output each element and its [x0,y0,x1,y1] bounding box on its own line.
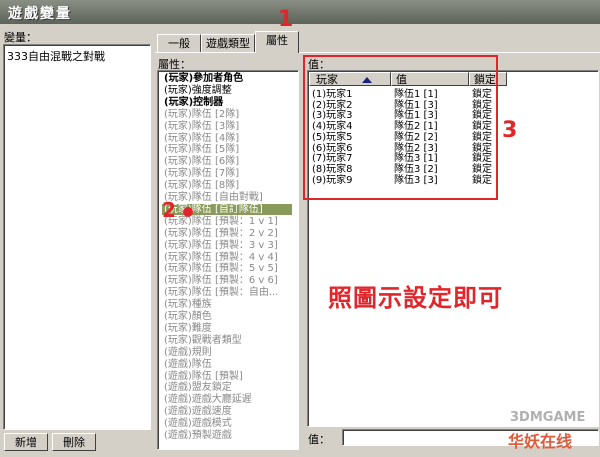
attribute-item[interactable]: (玩家)隊伍 [預製：4 v 4] [164,252,278,263]
attribute-item[interactable]: (遊戲)盟友鎖定 [164,382,232,393]
attribute-item[interactable]: (遊戲)遊戲速度 [164,406,232,417]
attribute-item[interactable]: (玩家)參加者角色 [164,73,243,84]
tab-general[interactable]: 一般 [157,34,201,52]
attribute-item[interactable]: (玩家)控制器 [164,97,223,108]
delete-button[interactable]: 刪除 [52,433,96,451]
attribute-item[interactable]: (玩家)隊伍 [6隊] [164,156,239,167]
variables-label: 變量： [4,31,37,44]
attribute-item[interactable]: (玩家)隊伍 [預製：3 v 3] [164,240,278,251]
window-title: 遊戲變量 [8,6,72,22]
annotation-dot-2 [183,207,193,217]
annotation-highlight-box [303,55,498,200]
attribute-item[interactable]: (玩家)隊伍 [自訂隊伍] [162,203,292,215]
tab-game-type[interactable]: 遊戲類型 [201,34,255,52]
attribute-item[interactable]: (玩家)隊伍 [預製：6 v 6] [164,275,278,286]
attribute-item[interactable]: (玩家)顏色 [164,311,212,322]
attribute-item[interactable]: (玩家)隊伍 [預製：5 v 5] [164,263,278,274]
attribute-item[interactable]: (遊戲)遊戲大廳延遲 [164,394,252,405]
add-button[interactable]: 新增 [4,433,48,451]
attribute-item[interactable]: (玩家)隊伍 [5隊] [164,144,239,155]
attribute-item[interactable]: (玩家)隊伍 [預製：自由... [164,287,278,298]
annotation-mark-1: 1 [278,7,294,32]
attribute-item[interactable]: (遊戲)隊伍 [164,359,212,370]
attribute-item[interactable]: (遊戲)遊戲模式 [164,418,232,429]
attribute-item[interactable]: (遊戲)規則 [164,347,212,358]
variable-item[interactable]: 333自由混戰之對戰 [7,48,105,64]
attribute-item[interactable]: (玩家)種族 [164,299,212,310]
attribute-item[interactable]: (玩家)隊伍 [自由對戰] [164,192,263,203]
attribute-item[interactable]: (遊戲)預製遊戲 [164,430,232,441]
variables-list[interactable]: 333自由混戰之對戰 [3,44,151,430]
attributes-list[interactable]: (玩家)參加者角色 (玩家)強度調整 (玩家)控制器 (玩家)隊伍 [2隊] (玩家)隊… [157,70,299,450]
title-bar: 遊戲變量 [0,0,600,24]
annotation-mark-2: 2 [162,198,176,222]
attribute-item[interactable]: (玩家)強度調整 [164,85,232,96]
attribute-item[interactable]: (玩家)隊伍 [2隊] [164,109,239,120]
attribute-item[interactable]: (玩家)隊伍 [3隊] [164,121,239,132]
attribute-item[interactable]: (玩家)觀戰者類型 [164,335,242,346]
watermark-site: 华妖在线 [508,432,573,451]
attribute-item[interactable]: (遊戲)隊伍 [預製] [164,371,243,382]
annotation-caption: 照圖示設定即可 [328,284,503,312]
tab-attributes[interactable]: 屬性 [255,31,299,53]
attribute-item[interactable]: (玩家)隊伍 [預製：1 v 1] [164,216,278,227]
annotation-mark-3: 3 [502,118,518,143]
attribute-item[interactable]: (玩家)隊伍 [預製：2 v 2] [164,228,278,239]
attribute-item[interactable]: (玩家)難度 [164,323,212,334]
bottom-value-label: 值： [308,433,330,446]
attribute-item[interactable]: (玩家)隊伍 [4隊] [164,133,239,144]
attribute-item[interactable]: (玩家)隊伍 [7隊] [164,168,239,179]
attribute-item[interactable]: (玩家)隊伍 [8隊] [164,180,239,191]
watermark-brand: 3DMGAME [510,410,586,425]
